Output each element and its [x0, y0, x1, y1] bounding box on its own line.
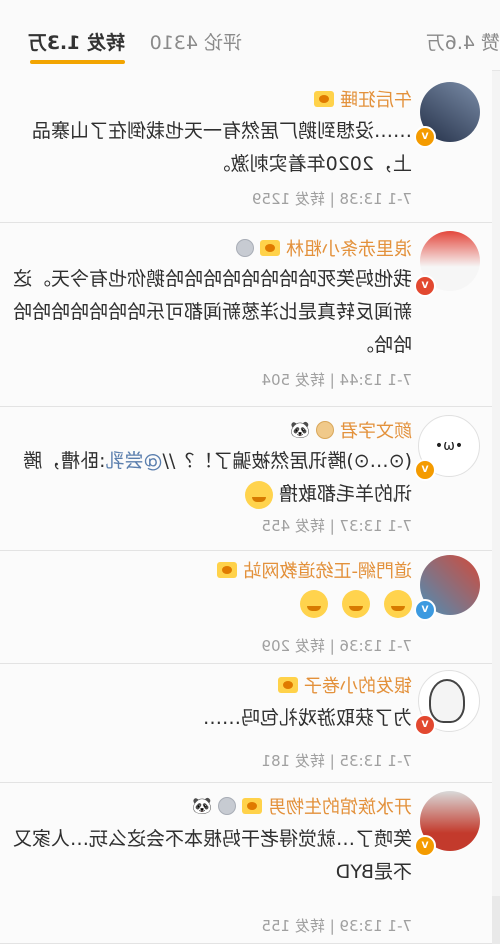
list-item[interactable]: V 银发的小卷子 为了获取游戏礼包吗…… 7-1 13:35 | 转发 181 — [0, 664, 492, 783]
rabbit-icon — [429, 679, 465, 723]
panda-icon: 🐼 — [192, 796, 212, 815]
repost-text: 笑喷了…就觉得老干妈根本不会这么玩…人家又不是BYD — [12, 828, 412, 883]
username[interactable]: 浪里赤条小粗林 — [286, 235, 412, 261]
repost-meta: 7-1 13:39 | 转发 155 — [261, 917, 412, 935]
repost-meta: 7-1 13:35 | 转发 181 — [261, 752, 412, 770]
panda-icon: 🐼 — [290, 420, 310, 439]
grin-emoji-icon — [384, 589, 412, 618]
username[interactable]: 颜文字君 — [340, 417, 412, 443]
medal-icon — [236, 239, 254, 257]
member-crown-icon — [314, 91, 334, 107]
user-mention-link[interactable]: @尝乳 — [106, 450, 163, 472]
repost-meta: 7-1 13:37 | 转发 455 — [261, 517, 412, 535]
member-crown-icon — [260, 240, 280, 256]
username[interactable]: 道門網-正统道教网站 — [244, 557, 413, 583]
tab-comments[interactable]: 评论 4310 — [150, 28, 242, 55]
verified-badge-icon: V — [414, 714, 436, 736]
list-item[interactable]: V 道門網-正统道教网站 7-1 13:36 | 转发 209 — [0, 551, 492, 664]
repost-list: V 午后狂睡 ……没想到鹅厂居然有一天也栽倒在了山寨品上，2020年着实刺激。 … — [0, 70, 492, 944]
repost-text: (⊙…⊙)腾讯居然被骗了！？//@尝乳:卧槽，腾讯的羊毛都敢撸 — [12, 445, 412, 511]
grin-emoji-icon — [299, 589, 328, 618]
username[interactable]: 午后狂睡 — [340, 86, 412, 112]
verified-badge-icon: V — [414, 835, 436, 857]
repost-meta: 7-1 13:36 | 转发 209 — [261, 637, 412, 655]
repost-text: 我他妈笑死哈哈哈哈哈哈哈哈鹅你也有今天。这新闻反转真是比洋葱新闻都可乐哈哈哈哈哈… — [12, 268, 412, 356]
repost-emoji-row — [12, 587, 412, 620]
member-crown-icon — [217, 562, 238, 578]
repost-meta: 7-1 13:44 | 转发 504 — [261, 371, 412, 389]
repost-meta: 7-1 13:38 | 转发 1259 — [251, 190, 412, 208]
active-tab-indicator — [30, 60, 125, 64]
list-item[interactable]: V 开水族馆的生物男 🐼 笑喷了…就觉得老干妈根本不会这么玩…人家又不是BYD … — [0, 783, 492, 944]
list-item[interactable]: •ω• V 颜文字君 🐼 (⊙…⊙)腾讯居然被骗了！？//@尝乳:卧槽，腾讯的羊… — [0, 407, 492, 551]
tab-likes[interactable]: 赞 4.6万 — [426, 28, 500, 55]
member-crown-icon — [242, 798, 262, 814]
repost-text: ……没想到鹅厂居然有一天也栽倒在了山寨品上，2020年着实刺激。 — [31, 120, 412, 175]
tab-bar: 转发 1.3万 评论 4310 赞 4.6万 — [0, 0, 500, 71]
verified-badge-icon: V — [414, 459, 436, 481]
repost-text: 为了获取游戏礼包吗…… — [202, 707, 412, 729]
username[interactable]: 银发的小卷子 — [304, 672, 412, 698]
grin-emoji-icon — [341, 589, 370, 618]
repost-text-prefix: (⊙…⊙)腾讯居然被骗了！？// — [162, 450, 412, 472]
medal-icon — [218, 797, 236, 815]
verified-badge-icon: V — [414, 275, 436, 297]
repost-panel: 转发 1.3万 评论 4310 赞 4.6万 V 午后狂睡 ……没想到鹅厂居然有… — [0, 0, 500, 944]
sheep-badge-icon — [316, 421, 334, 439]
username[interactable]: 开水族馆的生物男 — [268, 793, 412, 819]
list-item[interactable]: V 浪里赤条小粗林 我他妈笑死哈哈哈哈哈哈哈哈鹅你也有今天。这新闻反转真是比洋葱… — [0, 223, 492, 407]
mirrored-page: 转发 1.3万 评论 4310 赞 4.6万 V 午后狂睡 ……没想到鹅厂居然有… — [0, 0, 500, 944]
verified-badge-icon: V — [414, 126, 436, 148]
member-crown-icon — [278, 677, 298, 693]
tab-reposts[interactable]: 转发 1.3万 — [28, 28, 125, 55]
list-item[interactable]: V 午后狂睡 ……没想到鹅厂居然有一天也栽倒在了山寨品上，2020年着实刺激。 … — [0, 70, 492, 223]
laughing-emoji-icon — [244, 480, 273, 509]
verified-badge-icon: V — [414, 599, 436, 621]
